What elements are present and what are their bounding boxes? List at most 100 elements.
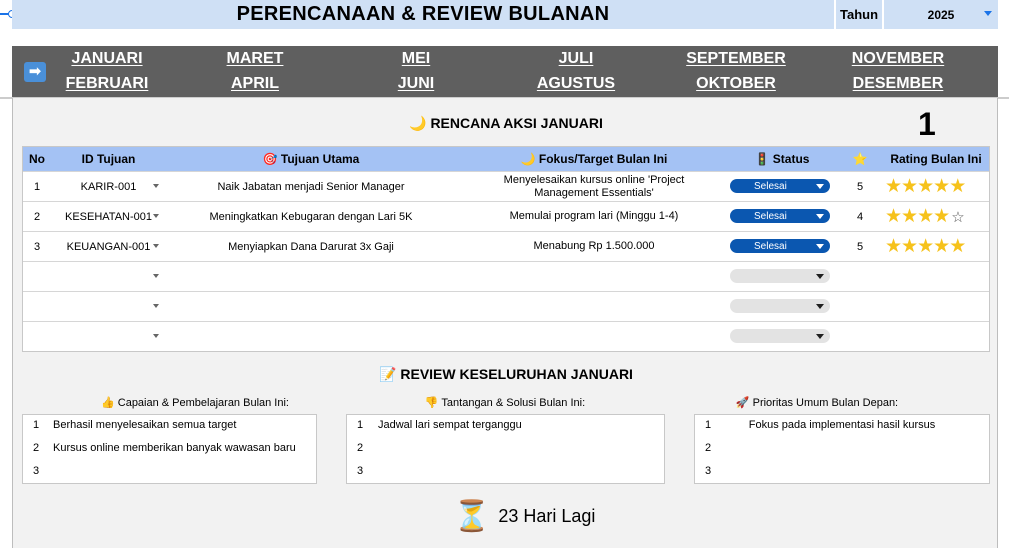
focus-target-cell[interactable]: Menyelesaikan kursus online 'Project Man… bbox=[456, 172, 732, 201]
month-link-maret[interactable]: MARET bbox=[185, 50, 325, 68]
chevron-down-icon[interactable] bbox=[153, 334, 159, 338]
hourglass-icon: ⏳ bbox=[453, 499, 491, 533]
review-heading-achievements: 👍 Capaian & Pembelajaran Bulan Ini: bbox=[101, 397, 289, 409]
list-item: 2 Kursus online memberikan banyak wawasan… bbox=[23, 442, 316, 458]
col-star-icon: ⭐ bbox=[852, 152, 868, 166]
goal-id-cell[interactable] bbox=[51, 322, 166, 351]
col-goal: 🎯 Tujuan Utama bbox=[262, 152, 360, 166]
chevron-down-icon[interactable] bbox=[816, 334, 824, 339]
focus-target-cell[interactable]: Memulai program lari (Minggu 1-4) bbox=[456, 202, 732, 231]
month-link-april[interactable]: APRIL bbox=[185, 75, 325, 93]
chevron-down-icon[interactable] bbox=[816, 304, 824, 309]
main-goal-cell[interactable] bbox=[166, 262, 456, 291]
star-filled-icon: ★ bbox=[885, 236, 902, 257]
main-goal-cell[interactable] bbox=[166, 292, 456, 321]
list-item: 3 bbox=[23, 465, 316, 481]
list-item: 1 Fokus pada implementasi hasil kursus bbox=[695, 419, 989, 435]
main-panel: 🌙 RENCANA AKSI JANUARI 1 No ID Tujuan 🎯 … bbox=[12, 98, 998, 548]
countdown: ⏳ 23 Hari Lagi bbox=[453, 498, 595, 534]
chevron-down-icon[interactable] bbox=[816, 214, 824, 219]
month-link-januari[interactable]: JANUARI bbox=[37, 50, 177, 68]
page-title: PERENCANAAN & REVIEW BULANAN bbox=[236, 3, 610, 25]
status-label: Selesai bbox=[754, 240, 787, 252]
page-title-cell[interactable]: PERENCANAAN & REVIEW BULANAN bbox=[12, 0, 834, 29]
review-box-challenges[interactable]: 1 Jadwal lari sempat terganggu 2 3 bbox=[346, 414, 665, 484]
goal-id-cell[interactable]: KEUANGAN-001 bbox=[51, 232, 166, 261]
status-label: Selesai bbox=[754, 210, 787, 222]
star-filled-icon: ★ bbox=[949, 176, 966, 197]
status-dropdown[interactable]: Selesai bbox=[730, 239, 830, 253]
rating-score bbox=[845, 262, 875, 291]
list-item-number: 1 bbox=[33, 419, 40, 431]
row-number bbox=[23, 262, 51, 291]
focus-target-cell[interactable] bbox=[456, 262, 732, 291]
review-box-achievements[interactable]: 1 Berhasil menyelesaikan semua target 2 Kur… bbox=[22, 414, 317, 484]
star-filled-icon: ★ bbox=[917, 236, 934, 257]
chevron-down-icon[interactable] bbox=[153, 274, 159, 278]
goal-id-cell[interactable] bbox=[51, 292, 166, 321]
list-item-number: 3 bbox=[33, 465, 40, 477]
month-link-oktober[interactable]: OKTOBER bbox=[666, 75, 806, 93]
star-rating: ★ ★ ★ ★ ★ bbox=[885, 172, 966, 201]
status-dropdown[interactable]: Selesai bbox=[730, 209, 830, 223]
list-item-number: 2 bbox=[705, 442, 712, 454]
chevron-down-icon[interactable] bbox=[153, 214, 159, 218]
status-label: Selesai bbox=[754, 180, 787, 192]
month-link-desember[interactable]: DESEMBER bbox=[828, 75, 968, 93]
year-value: 2025 bbox=[927, 7, 955, 22]
goal-id-cell[interactable] bbox=[51, 262, 166, 291]
chevron-down-icon[interactable] bbox=[153, 184, 159, 188]
focus-target-cell[interactable]: Menabung Rp 1.500.000 bbox=[456, 232, 732, 261]
main-goal-cell[interactable]: Naik Jabatan menjadi Senior Manager bbox=[166, 172, 456, 201]
col-no: No bbox=[29, 152, 45, 166]
goal-id-cell[interactable]: KESEHATAN-001 bbox=[51, 202, 166, 231]
chevron-down-icon[interactable] bbox=[153, 304, 159, 308]
chevron-down-icon[interactable] bbox=[153, 244, 159, 248]
focus-target-cell[interactable] bbox=[456, 292, 732, 321]
month-link-juni[interactable]: JUNI bbox=[346, 75, 486, 93]
chevron-down-icon[interactable] bbox=[816, 244, 824, 249]
status-dropdown[interactable] bbox=[730, 269, 830, 283]
star-filled-icon: ★ bbox=[901, 236, 918, 257]
star-filled-icon: ★ bbox=[933, 206, 950, 227]
list-item: 3 bbox=[347, 465, 664, 481]
focus-target-cell[interactable] bbox=[456, 322, 732, 351]
month-link-november[interactable]: NOVEMBER bbox=[828, 50, 968, 68]
status-dropdown[interactable] bbox=[730, 329, 830, 343]
table-row: 3 KEUANGAN-001 Menyiapkan Dana Darurat 3x … bbox=[23, 231, 989, 261]
star-filled-icon: ★ bbox=[917, 206, 934, 227]
star-filled-icon: ★ bbox=[917, 176, 934, 197]
main-goal-cell[interactable]: Meningkatkan Kebugaran dengan Lari 5K bbox=[166, 202, 456, 231]
month-link-februari[interactable]: FEBRUARI bbox=[37, 75, 177, 93]
rating-score bbox=[845, 292, 875, 321]
main-goal-cell[interactable]: Menyiapkan Dana Darurat 3x Gaji bbox=[166, 232, 456, 261]
table-body: 1 KARIR-001 Naik Jabatan menjadi Senior Ma… bbox=[23, 171, 989, 351]
star-rating: ★ ★ ★ ★ ☆ bbox=[885, 202, 965, 231]
row-number: 1 bbox=[33, 180, 41, 193]
star-filled-icon: ★ bbox=[885, 206, 902, 227]
list-item-text: Berhasil menyelesaikan semua target bbox=[53, 419, 237, 431]
review-title: 📝 REVIEW KESELURUHAN JANUARI bbox=[379, 366, 633, 382]
rating-score bbox=[845, 322, 875, 351]
table-row: 2 KESEHATAN-001 Meningkatkan Kebugaran den… bbox=[23, 201, 989, 231]
selection-handle-icon[interactable] bbox=[0, 8, 16, 20]
main-goal-cell[interactable] bbox=[166, 322, 456, 351]
chevron-down-icon[interactable] bbox=[816, 274, 824, 279]
year-dropdown[interactable]: 2025 bbox=[884, 0, 998, 29]
chevron-down-icon[interactable] bbox=[816, 184, 824, 189]
status-dropdown[interactable] bbox=[730, 299, 830, 313]
header-bar: PERENCANAAN & REVIEW BULANAN Tahun 2025 bbox=[0, 0, 998, 29]
chevron-down-icon[interactable] bbox=[984, 11, 992, 16]
goal-id-cell[interactable]: KARIR-001 bbox=[51, 172, 166, 201]
month-link-agustus[interactable]: AGUSTUS bbox=[506, 75, 646, 93]
row-number: 3 bbox=[33, 240, 41, 253]
plan-title: 🌙 RENCANA AKSI JANUARI bbox=[409, 115, 603, 131]
month-link-mei[interactable]: MEI bbox=[346, 50, 486, 68]
status-dropdown[interactable]: Selesai bbox=[730, 179, 830, 193]
month-link-juli[interactable]: JULI bbox=[506, 50, 646, 68]
month-link-september[interactable]: SEPTEMBER bbox=[666, 50, 806, 68]
review-box-priorities[interactable]: 1 Fokus pada implementasi hasil kursus 2 3 bbox=[694, 414, 990, 484]
star-rating: ★ ★ ★ ★ ★ bbox=[885, 232, 966, 261]
star-filled-icon: ★ bbox=[933, 176, 950, 197]
rating-score: 5 bbox=[856, 180, 864, 193]
